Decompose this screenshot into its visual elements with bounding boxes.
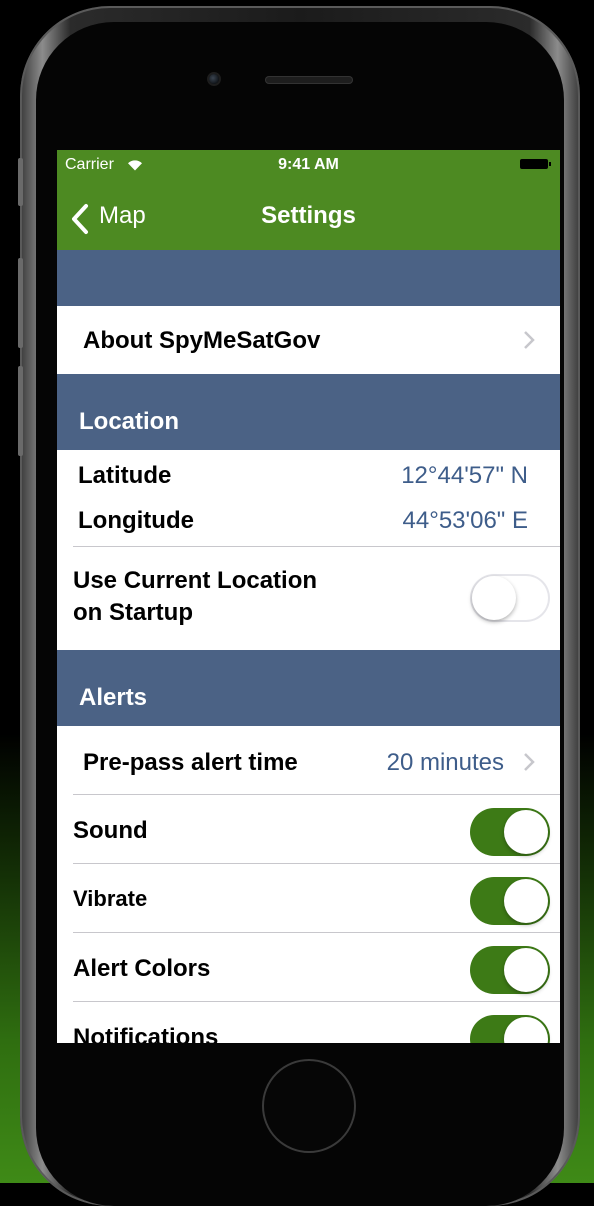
coordinates-row: Latitude 12°44'57" N Longitude 44°53'06"…	[57, 450, 560, 546]
notifications-row: Notifications	[57, 1002, 560, 1043]
home-button[interactable]	[262, 1059, 356, 1153]
section-header-location: Location	[57, 374, 560, 450]
toggle-knob	[504, 1017, 548, 1043]
prepass-alert-label: Pre-pass alert time	[83, 749, 298, 776]
section-header-alerts: Alerts	[57, 650, 560, 726]
toggle-knob	[504, 948, 548, 992]
alert-colors-label: Alert Colors	[73, 955, 211, 982]
chevron-right-icon	[524, 753, 535, 771]
mute-switch	[18, 158, 23, 206]
alert-colors-toggle[interactable]	[470, 946, 550, 994]
toggle-knob	[472, 576, 516, 620]
prepass-alert-value: 20 minutes	[386, 749, 504, 776]
location-header-label: Location	[79, 408, 179, 435]
front-camera	[209, 74, 219, 84]
earpiece-speaker	[265, 76, 353, 84]
use-current-location-label-line2: on Startup	[73, 599, 193, 626]
battery-icon	[520, 159, 551, 169]
toggle-knob	[504, 810, 548, 854]
vibrate-label: Vibrate	[73, 886, 148, 911]
vibrate-row: Vibrate	[57, 864, 560, 932]
sound-toggle[interactable]	[470, 808, 550, 856]
app-screen: Carrier 9:41 AM Map Settings About SpyMe…	[57, 150, 560, 1043]
use-current-location-toggle[interactable]	[470, 574, 550, 622]
status-time: 9:41 AM	[278, 156, 339, 173]
page-title: Settings	[261, 202, 356, 229]
longitude-value: 44°53'06" E	[402, 507, 528, 534]
notifications-toggle[interactable]	[470, 1015, 550, 1043]
notifications-label: Notifications	[73, 1024, 219, 1043]
vibrate-toggle[interactable]	[470, 877, 550, 925]
volume-down-button	[18, 366, 23, 456]
longitude-label: Longitude	[78, 507, 194, 534]
prepass-alert-row[interactable]: Pre-pass alert time 20 minutes	[57, 726, 560, 794]
sound-row: Sound	[57, 795, 560, 863]
alert-colors-row: Alert Colors	[57, 933, 560, 1001]
use-current-location-label-line1: Use Current Location	[73, 567, 318, 594]
section-header-top	[57, 250, 560, 306]
latitude-label: Latitude	[78, 462, 172, 489]
toggle-knob	[504, 879, 548, 923]
navigation-bar: Carrier 9:41 AM Map Settings	[57, 150, 560, 250]
chevron-right-icon	[524, 331, 535, 349]
volume-up-button	[18, 258, 23, 348]
about-row[interactable]: About SpyMeSatGov	[57, 306, 560, 374]
alerts-header-label: Alerts	[79, 684, 148, 711]
latitude-value: 12°44'57" N	[401, 462, 528, 489]
use-current-location-row: Use Current Location on Startup	[57, 547, 560, 650]
about-label: About SpyMeSatGov	[83, 327, 321, 354]
sound-label: Sound	[73, 817, 148, 844]
